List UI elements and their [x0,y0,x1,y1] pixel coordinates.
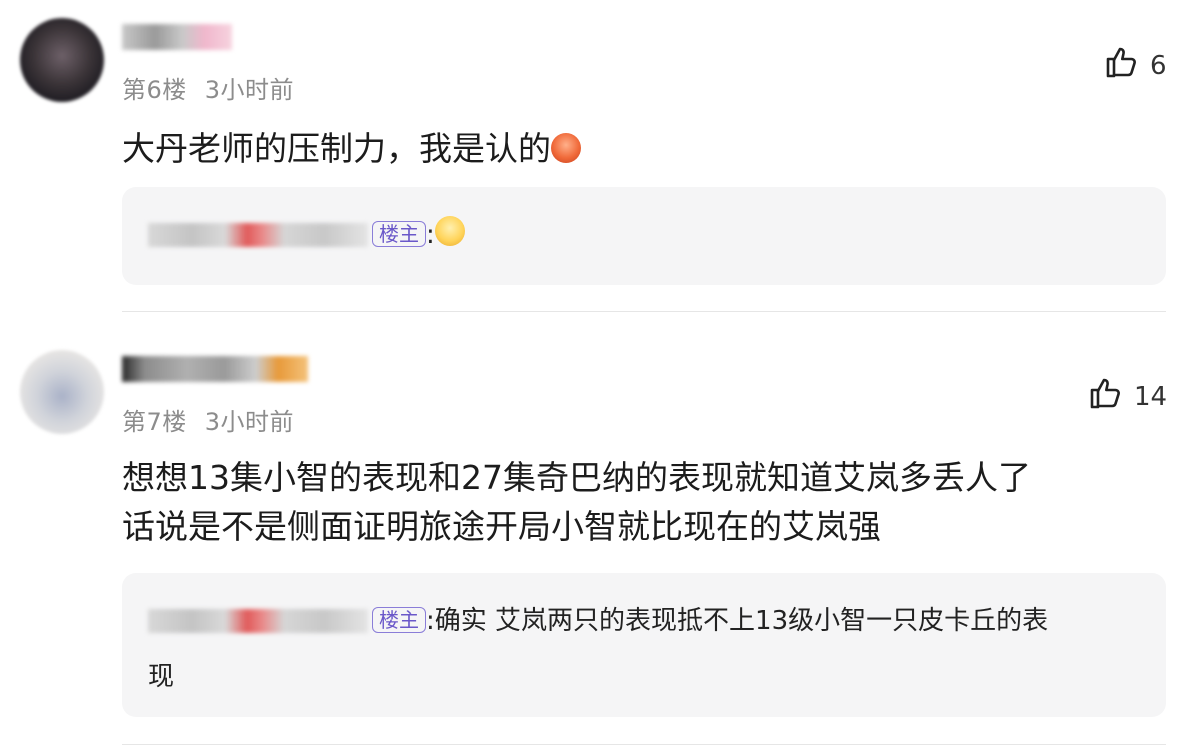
comment-text: 想想13集小智的表现和27集奇巴纳的表现就知道艾岚多丢人了 话说是不是侧面证明旅… [122,453,1031,551]
reply-preview[interactable]: 楼主:确实 艾岚两只的表现抵不上13级小智一只皮卡丘的表 现 [122,573,1166,717]
thumbs-up-icon [1088,375,1124,418]
comment-divider [122,744,1166,745]
like-count: 14 [1134,381,1168,412]
floor-number: 第7楼 [122,408,187,436]
comment-text-line-2: 话说是不是侧面证明旅途开局小智就比现在的艾岚强 [122,507,881,546]
reply-line: 楼主:确实 艾岚两只的表现抵不上13级小智一只皮卡丘的表 [148,594,1136,648]
post-time: 3小时前 [204,408,295,436]
username-blurred[interactable] [122,356,308,382]
reply-username-blurred[interactable] [148,609,368,633]
reply-text-line-2: 现 [148,662,175,692]
like-button[interactable]: 14 [1088,375,1167,418]
reply-line-2: 现 [148,650,1136,704]
comment-floor-7: 第7楼 3小时前 14 想想13集小智的表现和27集奇巴纳的表现就知道艾岚多丢人了… [0,0,1192,751]
avatar[interactable] [20,350,104,434]
reply-separator: : [426,606,435,636]
reply-text-line-1: 确实 艾岚两只的表现抵不上13级小智一只皮卡丘的表 [434,606,1049,636]
host-badge: 楼主 [372,607,426,633]
comment-text-line-1: 想想13集小智的表现和27集奇巴纳的表现就知道艾岚多丢人了 [122,458,1031,497]
floor-meta: 第7楼 3小时前 [122,402,294,437]
